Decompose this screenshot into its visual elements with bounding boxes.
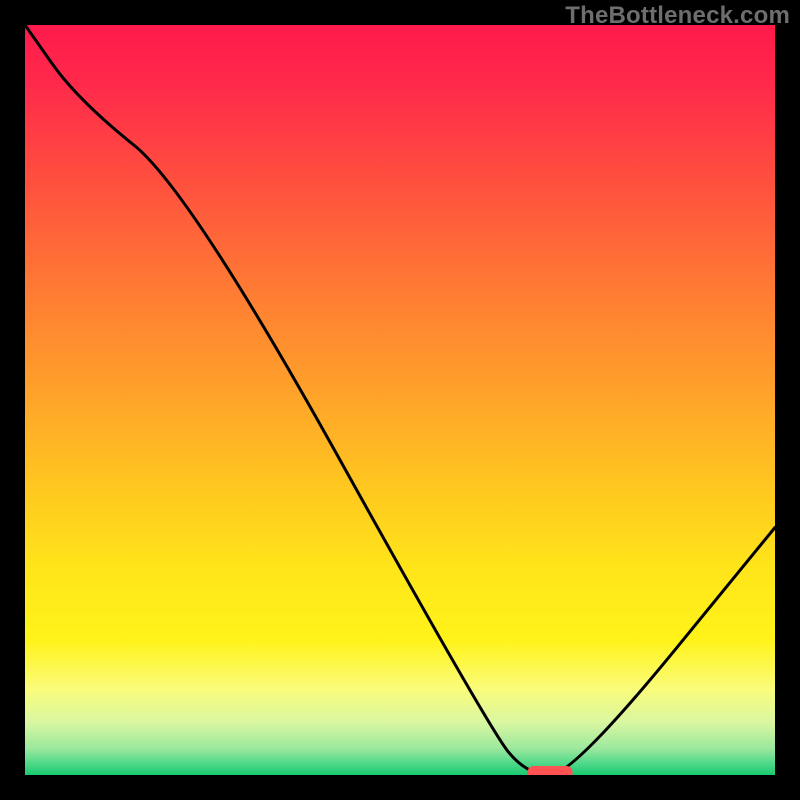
plot-area <box>25 25 775 775</box>
chart-svg <box>25 25 775 775</box>
chart-frame: TheBottleneck.com <box>0 0 800 800</box>
gradient-background <box>25 25 775 775</box>
optimal-marker <box>528 766 573 775</box>
